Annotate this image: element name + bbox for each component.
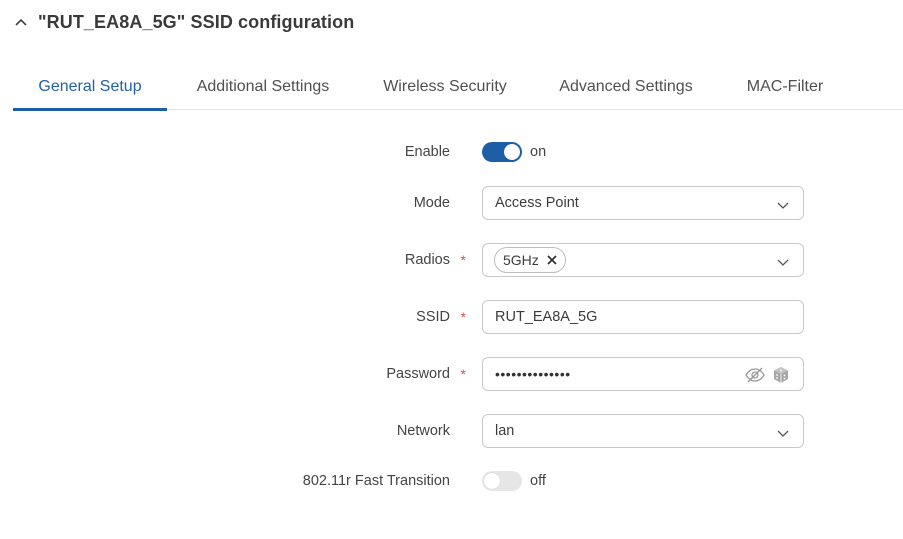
- ssid-label: SSID: [416, 309, 450, 325]
- network-label: Network: [396, 423, 450, 439]
- tab-general-setup[interactable]: General Setup: [13, 64, 167, 111]
- password-input[interactable]: ••••••••••••••: [482, 357, 804, 391]
- fast-transition-toggle[interactable]: [482, 471, 522, 491]
- radio-chip-label: 5GHz: [503, 252, 539, 268]
- network-value: lan: [495, 423, 515, 439]
- section-title: "RUT_EA8A_5G" SSID configuration: [38, 11, 355, 32]
- radios-row: Radios * 5GHz: [0, 243, 903, 277]
- fast-transition-row: 802.11r Fast Transition * off: [0, 464, 903, 498]
- required-mark: *: [460, 366, 466, 382]
- eye-slash-icon[interactable]: [745, 365, 765, 385]
- dice-icon[interactable]: [771, 365, 791, 385]
- ssid-input[interactable]: RUT_EA8A_5G: [482, 300, 804, 334]
- mode-label: Mode: [413, 195, 450, 211]
- password-label: Password: [386, 366, 450, 382]
- section-header[interactable]: "RUT_EA8A_5G" SSID configuration: [14, 8, 354, 36]
- radios-multiselect[interactable]: 5GHz: [482, 243, 804, 277]
- chevron-down-icon: [777, 255, 789, 266]
- tab-additional-settings[interactable]: Additional Settings: [167, 64, 359, 110]
- fast-transition-state: off: [530, 473, 546, 489]
- enable-toggle[interactable]: [482, 142, 522, 162]
- ssid-row: SSID * RUT_EA8A_5G: [0, 300, 903, 334]
- tab-wireless-security[interactable]: Wireless Security: [359, 64, 531, 110]
- tab-advanced-settings[interactable]: Advanced Settings: [531, 64, 721, 110]
- network-select[interactable]: lan: [482, 414, 804, 448]
- network-row: Network * lan: [0, 414, 903, 448]
- radio-chip: 5GHz: [494, 247, 566, 273]
- password-row: Password * ••••••••••••••: [0, 357, 903, 391]
- enable-label: Enable: [404, 144, 450, 160]
- mode-row: Mode * Access Point: [0, 186, 903, 220]
- enable-row: Enable * on: [0, 135, 903, 169]
- mode-select[interactable]: Access Point: [482, 186, 804, 220]
- mode-value: Access Point: [495, 195, 579, 211]
- chevron-down-icon: [777, 426, 789, 437]
- chevron-down-icon: [777, 198, 789, 209]
- required-mark: *: [460, 309, 466, 325]
- tab-mac-filter[interactable]: MAC-Filter: [721, 64, 849, 110]
- required-mark: *: [460, 252, 466, 268]
- radios-label: Radios: [404, 252, 450, 268]
- chevron-up-icon[interactable]: [14, 15, 28, 29]
- fast-transition-label: 802.11r Fast Transition: [302, 473, 450, 489]
- ssid-value: RUT_EA8A_5G: [495, 309, 598, 325]
- close-icon[interactable]: [547, 255, 557, 265]
- tab-bar: General Setup Additional Settings Wirele…: [13, 64, 903, 111]
- password-value: ••••••••••••••: [495, 366, 571, 382]
- enable-state: on: [530, 144, 547, 160]
